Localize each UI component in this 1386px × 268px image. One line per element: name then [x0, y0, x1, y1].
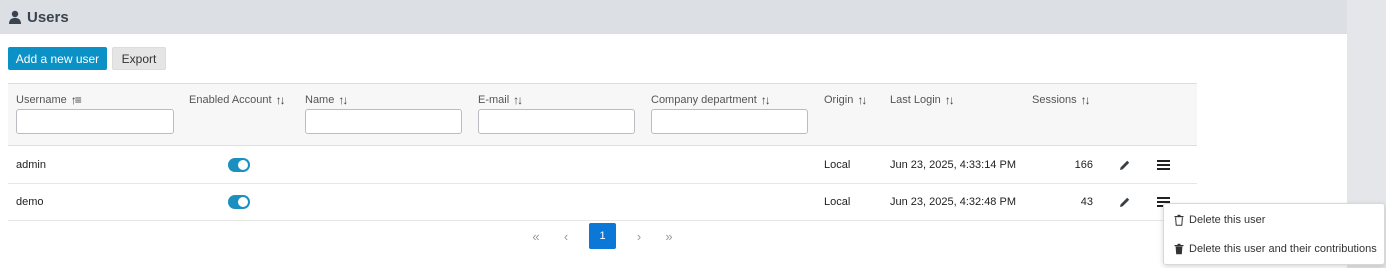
origin-cell: Local: [824, 196, 851, 208]
sort-icon[interactable]: ↑↓: [1081, 93, 1091, 107]
table-header: Username ↑≡ Enabled Account ↑↓ Name ↑↓ E…: [8, 83, 1197, 146]
username-cell: admin: [16, 159, 46, 171]
hamburger-icon[interactable]: [1155, 157, 1171, 173]
department-filter-input[interactable]: [651, 109, 808, 134]
sort-icon[interactable]: ↑↓: [857, 93, 867, 107]
next-page-button[interactable]: ›: [628, 223, 650, 249]
delete-user-contributions-menu-item[interactable]: Delete this user and their contributions: [1164, 235, 1384, 263]
toggle-knob: [238, 197, 248, 207]
last-login-cell: Jun 23, 2025, 4:32:48 PM: [890, 196, 1016, 208]
origin-cell: Local: [824, 159, 851, 171]
sort-icon[interactable]: ↑↓: [945, 93, 955, 107]
pencil-icon[interactable]: [1117, 157, 1133, 173]
trash-outline-icon: [1173, 214, 1185, 226]
page-title: Users: [27, 8, 69, 26]
last-page-button[interactable]: »: [658, 223, 680, 249]
pencil-icon[interactable]: [1117, 194, 1133, 210]
previous-page-button[interactable]: ‹: [555, 223, 577, 249]
enabled-account-toggle[interactable]: [228, 158, 250, 172]
add-user-button[interactable]: Add a new user: [8, 47, 107, 70]
column-label: Username: [16, 94, 67, 106]
sort-ascending-icon[interactable]: ↑≡: [71, 93, 82, 107]
column-label: Enabled Account: [189, 94, 272, 106]
table-row: admin Local Jun 23, 2025, 4:33:14 PM 166: [8, 147, 1197, 184]
column-header-origin[interactable]: Origin ↑↓: [824, 93, 867, 107]
toggle-knob: [238, 160, 248, 170]
menu-item-label: Delete this user: [1189, 214, 1266, 226]
trash-icon: [1173, 243, 1185, 255]
page-button-current[interactable]: 1: [589, 223, 616, 249]
column-label: Origin: [824, 94, 854, 106]
column-label: Sessions: [1032, 94, 1077, 106]
sort-icon[interactable]: ↑↓: [761, 93, 771, 107]
delete-user-menu-item[interactable]: Delete this user: [1164, 206, 1384, 234]
column-header-sessions[interactable]: Sessions ↑↓: [1032, 93, 1091, 107]
email-filter-input[interactable]: [478, 109, 635, 134]
column-label: Company department: [651, 94, 757, 106]
column-label: Name: [305, 94, 335, 106]
sessions-cell: 43: [1080, 196, 1093, 208]
sessions-cell: 166: [1074, 159, 1093, 171]
sort-icon[interactable]: ↑↓: [276, 93, 286, 107]
column-header-username[interactable]: Username ↑≡: [16, 93, 82, 107]
column-header-enabled[interactable]: Enabled Account ↑↓: [189, 93, 286, 107]
sort-icon[interactable]: ↑↓: [338, 93, 348, 107]
page-header: Users: [0, 0, 1347, 34]
enabled-account-toggle[interactable]: [228, 195, 250, 209]
menu-item-label: Delete this user and their contributions: [1189, 243, 1377, 255]
export-button[interactable]: Export: [112, 47, 166, 70]
column-header-email[interactable]: E-mail ↑↓: [478, 93, 523, 107]
column-header-last-login[interactable]: Last Login ↑↓: [890, 93, 955, 107]
row-actions-menu: Delete this user Delete this user and th…: [1163, 203, 1385, 265]
column-header-name[interactable]: Name ↑↓: [305, 93, 348, 107]
sort-icon[interactable]: ↑↓: [513, 93, 523, 107]
pagination: « ‹ 1 › »: [525, 223, 685, 249]
username-filter-input[interactable]: [16, 109, 174, 134]
table-row: demo Local Jun 23, 2025, 4:32:48 PM 43: [8, 184, 1197, 221]
column-header-department[interactable]: Company department ↑↓: [651, 93, 771, 107]
username-cell: demo: [16, 196, 44, 208]
name-filter-input[interactable]: [305, 109, 462, 134]
column-label: Last Login: [890, 94, 941, 106]
user-icon: [8, 10, 22, 24]
first-page-button[interactable]: «: [525, 223, 547, 249]
column-label: E-mail: [478, 94, 510, 106]
last-login-cell: Jun 23, 2025, 4:33:14 PM: [890, 159, 1016, 171]
